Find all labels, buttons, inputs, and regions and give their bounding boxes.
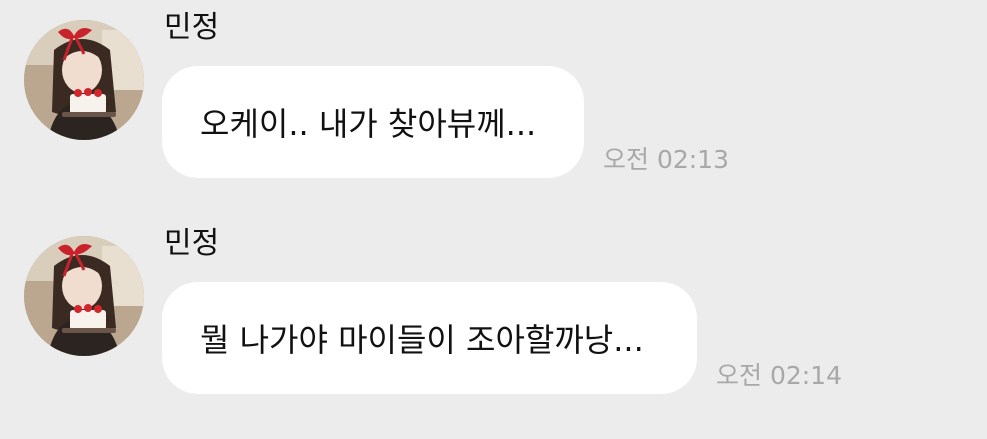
message-timestamp: 오전 02:13	[603, 145, 729, 174]
sender-name: 민정	[164, 226, 220, 261]
message-bubble[interactable]: 오케이.. 내가 찾아뷰께...	[162, 66, 584, 178]
sender-avatar[interactable]	[24, 236, 144, 356]
message-timestamp: 오전 02:14	[716, 361, 842, 390]
message-text: 오케이.. 내가 찾아뷰께...	[200, 105, 537, 143]
chat-message: 민정 뭘 나가야 마이들이 조아할까낭... 오전 02:14	[0, 216, 987, 416]
sender-name: 민정	[164, 10, 220, 45]
avatar-photo-icon	[24, 20, 144, 140]
avatar-photo-icon	[24, 236, 144, 356]
chat-message: 민정 오케이.. 내가 찾아뷰께... 오전 02:13	[0, 0, 987, 200]
message-text: 뭘 나가야 마이들이 조아할까낭...	[200, 321, 644, 359]
message-bubble[interactable]: 뭘 나가야 마이들이 조아할까낭...	[162, 282, 697, 394]
sender-avatar[interactable]	[24, 20, 144, 140]
